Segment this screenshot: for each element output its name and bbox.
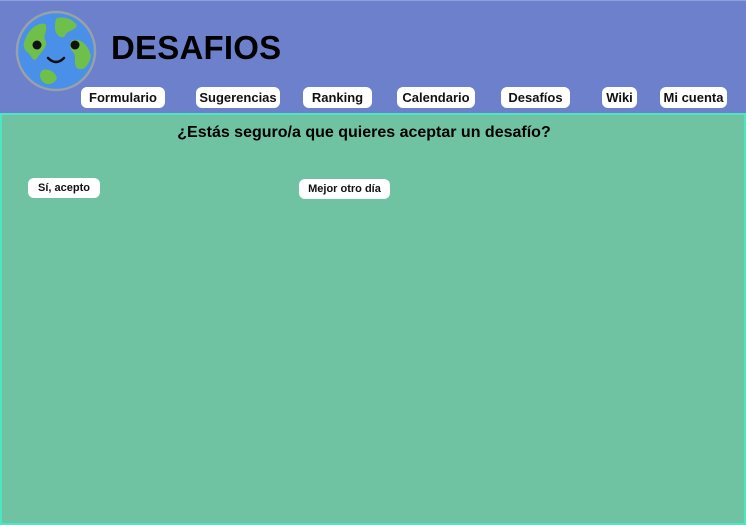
nav-ranking-button[interactable]: Ranking — [303, 87, 372, 108]
nav-wiki-button[interactable]: Wiki — [602, 87, 637, 108]
confirmation-question: ¿Estás seguro/a que quieres aceptar un d… — [177, 124, 551, 141]
nav-desafios-button[interactable]: Desafíos — [501, 87, 570, 108]
app-header: DESAFIOS Formulario Sugerencias Ranking … — [0, 0, 746, 113]
nav-calendario-button[interactable]: Calendario — [397, 87, 475, 108]
accept-button[interactable]: Sí, acepto — [28, 178, 100, 198]
nav-sugerencias-button[interactable]: Sugerencias — [196, 87, 280, 108]
nav-mi-cuenta-button[interactable]: Mi cuenta — [660, 87, 727, 108]
nav-formulario-button[interactable]: Formulario — [81, 87, 165, 108]
earth-smiley-icon — [15, 10, 97, 92]
page-title: DESAFIOS — [111, 29, 282, 66]
decline-button[interactable]: Mejor otro día — [299, 179, 390, 199]
confirmation-panel: ¿Estás seguro/a que quieres aceptar un d… — [0, 113, 746, 525]
